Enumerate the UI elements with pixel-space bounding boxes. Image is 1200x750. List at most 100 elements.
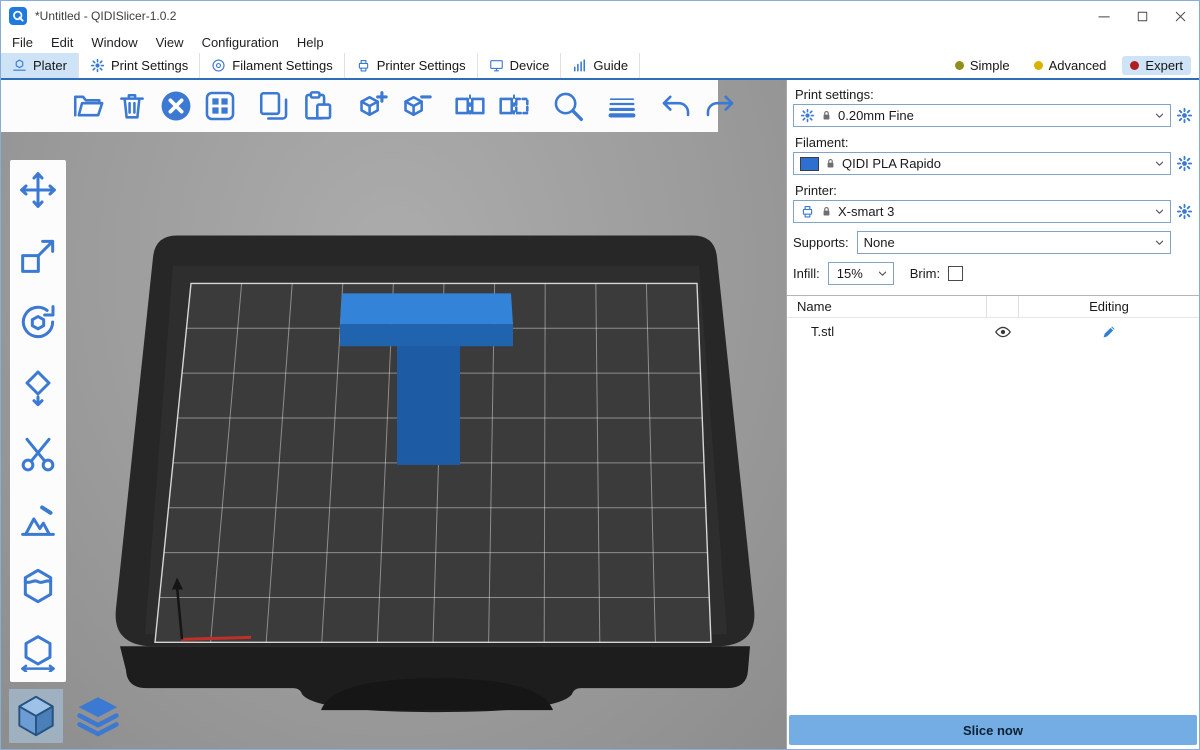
- close-button[interactable]: [1161, 1, 1199, 31]
- left-toolbar: [10, 160, 66, 682]
- tab-filament-settings[interactable]: Filament Settings: [200, 53, 344, 78]
- redo-icon[interactable]: [699, 85, 741, 127]
- cube-3d-view-icon[interactable]: [9, 689, 63, 743]
- tab-label: Guide: [593, 58, 628, 73]
- column-header-editing: Editing: [1019, 299, 1199, 314]
- mode-dot-icon: [955, 61, 964, 70]
- plater-icon: [12, 58, 27, 73]
- device-icon: [489, 58, 504, 73]
- filament-gear-button[interactable]: [1176, 155, 1194, 172]
- lock-icon: [820, 205, 833, 218]
- chevron-down-icon: [1152, 204, 1167, 219]
- paste-icon[interactable]: [297, 85, 339, 127]
- column-header-name: Name: [787, 296, 987, 317]
- copy-icon[interactable]: [253, 85, 295, 127]
- undo-icon[interactable]: [655, 85, 697, 127]
- mode-label: Simple: [970, 58, 1010, 73]
- move-tool-icon[interactable]: [16, 168, 60, 212]
- filament-label: Filament:: [795, 135, 1192, 150]
- visibility-eye-icon[interactable]: [987, 323, 1019, 341]
- supports-dropdown[interactable]: None: [857, 231, 1171, 254]
- place-on-face-tool-icon[interactable]: [16, 366, 60, 410]
- infill-value: 15%: [835, 266, 870, 281]
- tab-bar: Plater Print Settings Filament Settings Pri…: [1, 53, 1199, 80]
- brim-checkbox[interactable]: [948, 266, 963, 281]
- scene-3d: [1, 80, 786, 749]
- variable-layer-height-icon[interactable]: [601, 85, 643, 127]
- lock-icon: [824, 157, 837, 170]
- filament-color-swatch: [800, 157, 819, 171]
- tab-strip: Plater Print Settings Filament Settings Pri…: [1, 53, 640, 78]
- preview-view-icon[interactable]: [71, 689, 125, 743]
- printer-gear-button[interactable]: [1176, 203, 1194, 220]
- arrange-icon[interactable]: [199, 85, 241, 127]
- rotate-tool-icon[interactable]: [16, 300, 60, 344]
- search-icon[interactable]: [547, 85, 589, 127]
- object-list: Name Editing T.stl: [787, 295, 1199, 711]
- infill-dropdown[interactable]: 15%: [828, 262, 894, 285]
- open-folder-icon[interactable]: [67, 85, 109, 127]
- print-settings-label: Print settings:: [795, 87, 1192, 102]
- print-settings-dropdown[interactable]: 0.20mm Fine: [793, 104, 1171, 127]
- tab-label: Filament Settings: [232, 58, 332, 73]
- printer-dropdown[interactable]: X-smart 3: [793, 200, 1171, 223]
- object-name: T.stl: [787, 324, 987, 339]
- mode-label: Expert: [1145, 58, 1183, 73]
- cut-tool-icon[interactable]: [16, 432, 60, 476]
- mode-expert[interactable]: Expert: [1122, 56, 1191, 75]
- column-header-visibility: [987, 296, 1019, 317]
- object-row[interactable]: T.stl: [787, 318, 1199, 345]
- tab-print-settings[interactable]: Print Settings: [79, 53, 200, 78]
- printer-small: [356, 58, 371, 73]
- slice-now-button[interactable]: Slice now: [789, 715, 1197, 745]
- viewport-3d[interactable]: [1, 80, 786, 749]
- menu-view[interactable]: View: [147, 33, 193, 52]
- tab-label: Printer Settings: [377, 58, 466, 73]
- tab-plater[interactable]: Plater: [1, 53, 79, 78]
- menu-window[interactable]: Window: [82, 33, 146, 52]
- menu-file[interactable]: File: [3, 33, 42, 52]
- delete-icon[interactable]: [111, 85, 153, 127]
- measure-tool-icon[interactable]: [16, 630, 60, 674]
- filament-dropdown[interactable]: QIDI PLA Rapido: [793, 152, 1171, 175]
- seam-tool-icon[interactable]: [16, 564, 60, 608]
- tab-guide[interactable]: Guide: [561, 53, 640, 78]
- paint-support-tool-icon[interactable]: [16, 498, 60, 542]
- split-objects-icon[interactable]: [449, 85, 491, 127]
- menu-help[interactable]: Help: [288, 33, 333, 52]
- tab-device[interactable]: Device: [478, 53, 562, 78]
- print-settings-value: 0.20mm Fine: [838, 108, 1147, 123]
- remove-instance-icon[interactable]: [395, 85, 437, 127]
- print-settings-gear-button[interactable]: [1176, 107, 1194, 124]
- menu-edit[interactable]: Edit: [42, 33, 82, 52]
- tab-printer-settings[interactable]: Printer Settings: [345, 53, 478, 78]
- mode-simple[interactable]: Simple: [947, 56, 1018, 75]
- gear-icon: [800, 108, 815, 123]
- delete-all-icon[interactable]: [155, 85, 197, 127]
- gear: [90, 58, 105, 73]
- split-parts-icon[interactable]: [493, 85, 535, 127]
- supports-value: None: [864, 235, 1147, 250]
- scale-tool-icon[interactable]: [16, 234, 60, 278]
- printer-icon: [800, 204, 815, 219]
- top-toolbar: [1, 80, 718, 132]
- window-controls: [1085, 1, 1199, 31]
- printer-label: Printer:: [795, 183, 1192, 198]
- maximize-button[interactable]: [1123, 1, 1161, 31]
- tab-label: Print Settings: [111, 58, 188, 73]
- mode-dot-icon: [1034, 61, 1043, 70]
- chevron-down-icon: [1152, 108, 1167, 123]
- mode-label: Advanced: [1049, 58, 1107, 73]
- mode-dot-icon: [1130, 61, 1139, 70]
- minimize-button[interactable]: [1085, 1, 1123, 31]
- filament-value: QIDI PLA Rapido: [842, 156, 1147, 171]
- edit-object-icon[interactable]: [1019, 323, 1199, 340]
- add-instance-icon[interactable]: [351, 85, 393, 127]
- lock-icon: [820, 109, 833, 122]
- tab-label: Device: [510, 58, 550, 73]
- infill-label: Infill:: [793, 266, 820, 281]
- mode-advanced[interactable]: Advanced: [1026, 56, 1115, 75]
- main-area: Print settings: 0.20mm Fine Filament:: [1, 80, 1199, 749]
- menu-configuration[interactable]: Configuration: [193, 33, 288, 52]
- chevron-down-icon: [875, 266, 890, 281]
